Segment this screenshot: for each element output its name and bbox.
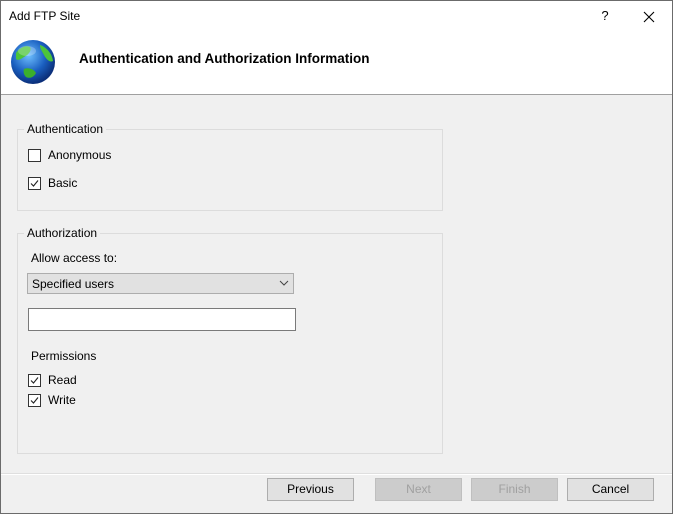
basic-checkbox[interactable]: Basic	[28, 176, 77, 190]
write-label: Write	[48, 393, 76, 407]
basic-label: Basic	[48, 176, 78, 190]
authentication-legend: Authentication	[24, 122, 107, 136]
help-button[interactable]: ?	[593, 3, 617, 29]
checkbox-box[interactable]	[28, 393, 41, 407]
checkbox-box[interactable]	[28, 176, 41, 190]
checkbox-box[interactable]	[28, 373, 41, 387]
allow-access-label: Allow access to:	[31, 251, 118, 265]
authorization-legend: Authorization	[24, 226, 101, 240]
allow-access-dropdown[interactable]: Specified users	[27, 273, 294, 294]
read-label: Read	[48, 373, 77, 387]
finish-button[interactable]: Finish	[471, 478, 558, 501]
permissions-label: Permissions	[31, 349, 97, 363]
authentication-group: Authentication	[17, 122, 443, 211]
anonymous-checkbox[interactable]: Anonymous	[28, 148, 111, 162]
checkmark-icon	[30, 396, 39, 404]
checkbox-box[interactable]	[28, 148, 41, 162]
authorization-group: Authorization	[17, 226, 443, 454]
footer-separator	[1, 473, 672, 475]
page-title: Authentication and Authorization Informa…	[79, 51, 370, 66]
next-button[interactable]: Next	[375, 478, 462, 501]
globe-icon	[11, 40, 55, 84]
anonymous-label: Anonymous	[48, 148, 112, 162]
close-icon	[643, 11, 655, 23]
add-ftp-site-dialog: Add FTP Site ? Authentication and Author…	[0, 0, 673, 514]
wizard-header: Authentication and Authorization Informa…	[1, 31, 672, 95]
chevron-down-icon	[279, 280, 289, 286]
specified-users-input[interactable]	[28, 308, 296, 331]
checkmark-icon	[30, 179, 39, 187]
title-bar: Add FTP Site ?	[1, 1, 672, 31]
checkmark-icon	[30, 376, 39, 384]
window-title: Add FTP Site	[9, 9, 81, 23]
previous-button[interactable]: Previous	[267, 478, 354, 501]
cancel-button[interactable]: Cancel	[567, 478, 654, 501]
allow-access-value: Specified users	[32, 277, 115, 291]
write-checkbox[interactable]: Write	[28, 393, 76, 407]
close-button[interactable]	[635, 3, 663, 29]
read-checkbox[interactable]: Read	[28, 373, 77, 387]
